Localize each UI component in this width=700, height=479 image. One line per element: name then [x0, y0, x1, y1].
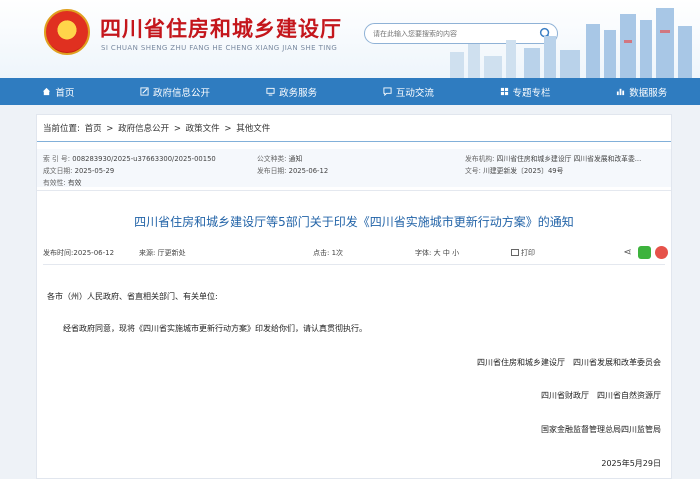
source: 来源: 厅更新处 [139, 249, 186, 257]
meta-docno: 文号: 川建更新发〔2025〕49号 [465, 167, 564, 175]
monitor-icon [266, 87, 275, 96]
nav-item-label: 政务服务 [279, 87, 318, 99]
divider [37, 141, 671, 142]
print-button[interactable]: 打印 [511, 248, 535, 258]
nav-item-gov-info[interactable]: 政府信息公开 [117, 78, 234, 105]
nav-item-home[interactable]: 首页 [0, 78, 117, 105]
click-count: 点击: 1次 [313, 249, 344, 257]
nav-item-services[interactable]: 政务服务 [233, 78, 350, 105]
document-date: 2025年5月29日 [601, 459, 661, 468]
font-size-large[interactable]: 大 [434, 249, 441, 257]
breadcrumb-separator: > [173, 124, 181, 134]
font-size-medium[interactable]: 中 [443, 249, 450, 257]
site-pinyin: SI CHUAN SHENG ZHU FANG HE CHENG XIANG J… [101, 44, 338, 52]
weibo-icon[interactable] [655, 246, 668, 259]
meta-category: 公文种类: 通知 [257, 155, 303, 163]
nav-item-label: 专题专栏 [512, 87, 551, 99]
grid-icon [500, 87, 508, 96]
divider [43, 264, 665, 265]
nav-item-data[interactable]: 数据服务 [583, 78, 700, 105]
divider [37, 190, 671, 191]
breadcrumb-other[interactable]: 其他文件 [236, 124, 270, 134]
breadcrumb-separator: > [224, 124, 232, 134]
nav-item-label: 首页 [55, 87, 75, 99]
breadcrumb-home[interactable]: 首页 [85, 124, 102, 134]
breadcrumb-separator: > [106, 124, 114, 134]
nav-item-label: 政府信息公开 [153, 87, 211, 99]
meta-published: 发布日期: 2025-06-12 [257, 167, 329, 175]
home-icon [43, 87, 51, 96]
share-icons: ⋖ [621, 246, 668, 259]
breadcrumb-policy[interactable]: 政策文件 [186, 124, 220, 134]
nav-item-interaction[interactable]: 互动交流 [350, 78, 467, 105]
greeting: 各市（州）人民政府、省直相关部门、有关单位: [47, 292, 218, 301]
meta-issuer: 发布机构: 四川省住房和城乡建设厅 四川省发展和改革委... [465, 155, 642, 163]
publish-time: 发布时间:2025-06-12 [43, 249, 115, 257]
chart-icon [617, 88, 625, 96]
breadcrumb-prefix: 当前位置: [43, 124, 80, 134]
breadcrumb-gov-info[interactable]: 政府信息公开 [118, 124, 169, 134]
chat-icon [383, 87, 392, 96]
site-header: ★ 四川省住房和城乡建设厅 SI CHUAN SHENG ZHU FANG HE… [0, 0, 700, 78]
breadcrumb: 当前位置: 首页 > 政府信息公开 > 政策文件 > 其他文件 [43, 122, 272, 134]
wechat-icon[interactable] [638, 246, 651, 259]
nav-item-topics[interactable]: 专题专栏 [467, 78, 584, 105]
font-size-small[interactable]: 小 [452, 249, 459, 257]
signature-line-3: 国家金融监督管理总局四川监管局 [541, 425, 661, 434]
body-paragraph: 经省政府同意，现将《四川省实施城市更新行动方案》印发给你们，请认真贯彻执行。 [63, 324, 367, 333]
article-info-bar: 发布时间:2025-06-12 来源: 厅更新处 点击: 1次 字体: 大 中 … [43, 246, 668, 260]
signature-line-1: 四川省住房和城乡建设厅 四川省发展和改革委员会 [477, 358, 661, 367]
content-panel: 当前位置: 首页 > 政府信息公开 > 政策文件 > 其他文件 索 引 号: 0… [36, 114, 672, 479]
meta-validity: 有效性: 有效 [43, 179, 82, 187]
meta-created: 成文日期: 2025-05-29 [43, 167, 115, 175]
nav-item-label: 数据服务 [629, 87, 668, 99]
main-nav: 首页 政府信息公开 政务服务 互动交流 专题专栏 数据服务 [0, 78, 700, 105]
edit-icon [140, 87, 149, 96]
nav-item-label: 互动交流 [395, 87, 434, 99]
article-title: 四川省住房和城乡建设厅等5部门关于印发《四川省实施城市更新行动方案》的通知 [134, 215, 574, 229]
signature-line-2: 四川省财政厅 四川省自然资源厅 [541, 391, 661, 400]
meta-index: 索 引 号: 008283930/2025-u37663300/2025-001… [43, 155, 216, 163]
share-icon[interactable]: ⋖ [621, 246, 634, 259]
font-size-control: 字体: 大 中 小 [415, 249, 460, 257]
national-emblem-icon: ★ [44, 9, 90, 55]
city-skyline-illustration [450, 8, 692, 78]
document-meta: 索 引 号: 008283930/2025-u37663300/2025-001… [37, 149, 671, 187]
site-title[interactable]: 四川省住房和城乡建设厅 [100, 13, 342, 43]
print-icon [511, 249, 519, 256]
